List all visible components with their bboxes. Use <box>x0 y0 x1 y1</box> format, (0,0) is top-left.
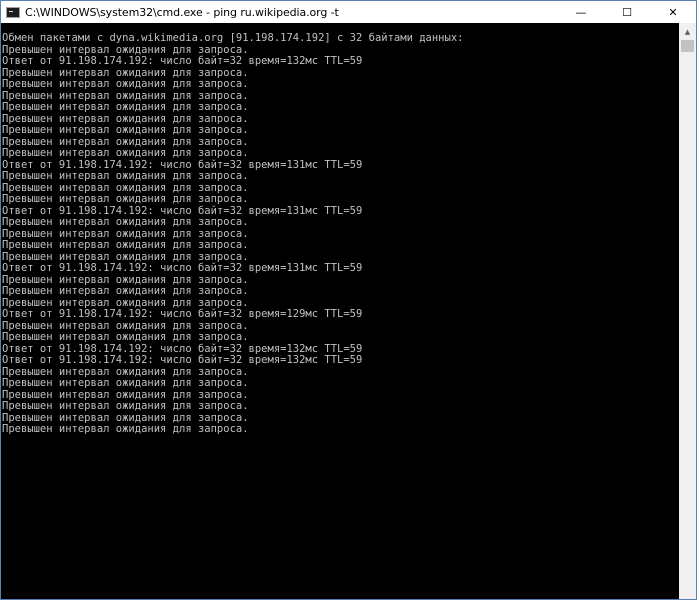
window-title: C:\WINDOWS\system32\cmd.exe - ping ru.wi… <box>25 5 339 19</box>
cmd-window: C:\WINDOWS\system32\cmd.exe - ping ru.wi… <box>0 0 697 600</box>
title-bar[interactable]: C:\WINDOWS\system32\cmd.exe - ping ru.wi… <box>1 1 696 23</box>
vertical-scrollbar[interactable]: ▲ <box>679 23 696 599</box>
console-line: Превышен интервал ожидания для запроса. <box>2 216 249 228</box>
console-line: Превышен интервал ожидания для запроса. <box>2 101 249 113</box>
console-line: Превышен интервал ожидания для запроса. <box>2 331 249 343</box>
console-line: Ответ от 91.198.174.192: число байт=32 в… <box>2 262 363 274</box>
console-line: Превышен интервал ожидания для запроса. <box>2 78 249 90</box>
console-line: Превышен интервал ожидания для запроса. <box>2 170 249 182</box>
console-line: Превышен интервал ожидания для запроса. <box>2 400 249 412</box>
console-line: Ответ от 91.198.174.192: число байт=32 в… <box>2 308 363 320</box>
console-line: Ответ от 91.198.174.192: число байт=32 в… <box>2 55 363 67</box>
window-controls: — ☐ ✕ <box>558 1 696 23</box>
console-output[interactable]: Обмен пакетами с dyna.wikimedia.org [91.… <box>1 23 679 599</box>
minimize-button[interactable]: — <box>558 1 604 23</box>
cmd-app-icon[interactable] <box>6 6 20 18</box>
close-button[interactable]: ✕ <box>650 1 696 23</box>
console-line: Превышен интервал ожидания для запроса. <box>2 124 249 136</box>
console-line: Превышен интервал ожидания для запроса. <box>2 239 249 251</box>
console-line: Превышен интервал ожидания для запроса. <box>2 423 249 435</box>
console-line: Превышен интервал ожидания для запроса. <box>2 285 249 297</box>
scroll-up-arrow-icon[interactable]: ▲ <box>679 23 696 40</box>
console-line: Ответ от 91.198.174.192: число байт=32 в… <box>2 354 363 366</box>
scroll-thumb[interactable] <box>681 40 694 52</box>
console-line: Превышен интервал ожидания для запроса. <box>2 193 249 205</box>
maximize-button[interactable]: ☐ <box>604 1 650 23</box>
console-line: Превышен интервал ожидания для запроса. <box>2 377 249 389</box>
console-line: Обмен пакетами с dyna.wikimedia.org [91.… <box>2 32 464 44</box>
console-line: Превышен интервал ожидания для запроса. <box>2 147 249 159</box>
